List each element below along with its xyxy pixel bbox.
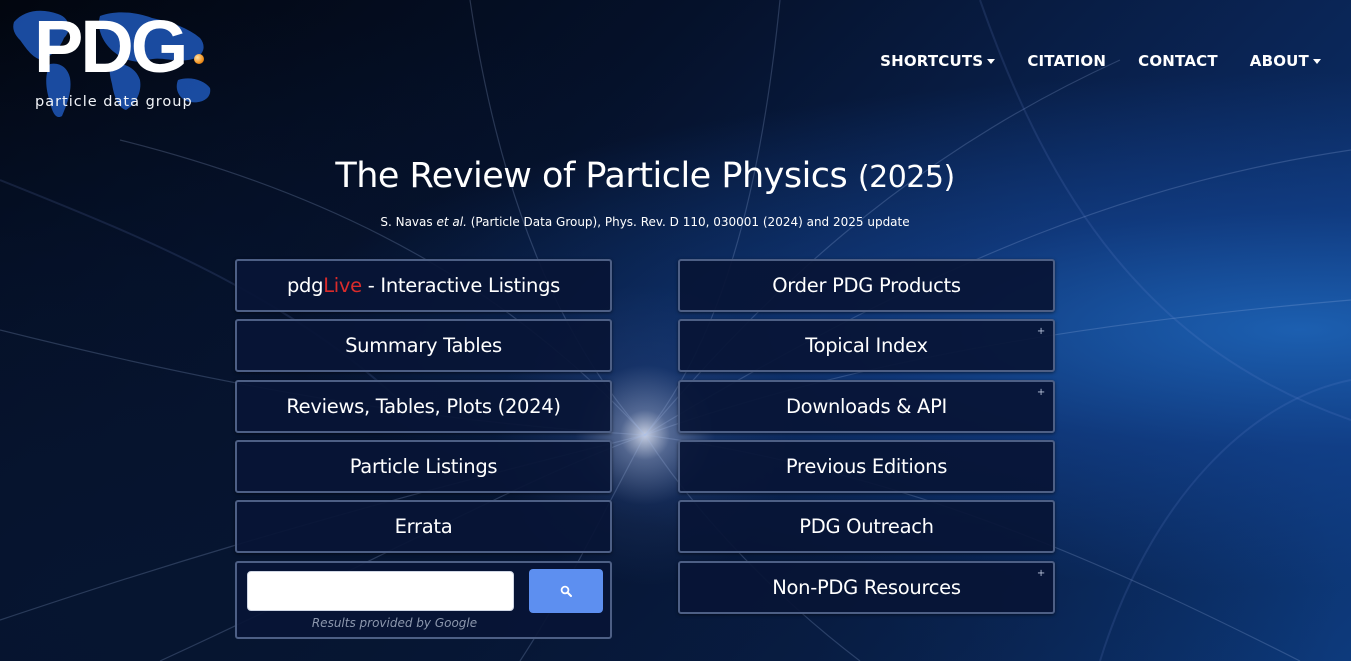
caret-down-icon xyxy=(1313,58,1321,64)
non-pdg-resources-label: Non-PDG Resources xyxy=(772,576,961,599)
particle-listings-label: Particle Listings xyxy=(349,455,498,478)
reviews-button[interactable]: Reviews, Tables, Plots (2024) xyxy=(235,380,612,433)
reviews-label: Reviews, Tables, Plots (2024) xyxy=(286,395,561,418)
errata-label: Errata xyxy=(394,515,453,538)
previous-editions-button[interactable]: Previous Editions xyxy=(678,440,1055,493)
citation-rest: (Particle Data Group), Phys. Rev. D 110,… xyxy=(470,215,910,229)
expand-plus-icon[interactable]: + xyxy=(1037,569,1045,579)
search-input[interactable] xyxy=(247,571,514,611)
nav-citation-label: CITATION xyxy=(1027,52,1107,70)
nav-shortcuts-label: SHORTCUTS xyxy=(880,52,984,70)
topical-index-button[interactable]: Topical Index + xyxy=(678,319,1055,372)
search-icon xyxy=(560,585,572,597)
citation-etal: et al. xyxy=(436,215,467,229)
expand-plus-icon[interactable]: + xyxy=(1037,388,1045,398)
caret-down-icon xyxy=(987,58,996,64)
citation-line: S. Navas et al. (Particle Data Group), P… xyxy=(0,215,1290,229)
nav-about-dropdown[interactable]: ABOUT xyxy=(1250,52,1321,70)
nav-about-label: ABOUT xyxy=(1249,52,1309,70)
pdglive-button[interactable]: pdg Live - Interactive Listings xyxy=(235,259,612,312)
pdg-outreach-label: PDG Outreach xyxy=(799,515,934,538)
expand-plus-icon[interactable]: + xyxy=(1037,327,1045,337)
pdg-logo[interactable]: PDG particle data group xyxy=(12,4,222,122)
logo-dot-icon xyxy=(194,54,204,64)
pdg-outreach-button[interactable]: PDG Outreach xyxy=(678,500,1055,553)
errata-button[interactable]: Errata xyxy=(235,500,612,553)
pdglive-suffix: - Interactive Listings xyxy=(361,274,561,297)
page-title-text: The Review of Particle Physics xyxy=(335,156,848,196)
particle-listings-button[interactable]: Particle Listings xyxy=(235,440,612,493)
order-products-label: Order PDG Products xyxy=(772,274,961,297)
logo-subtitle: particle data group xyxy=(35,94,193,110)
pdglive-live: Live xyxy=(323,274,362,297)
summary-tables-label: Summary Tables xyxy=(345,334,502,357)
page-title: The Review of Particle Physics (2025) xyxy=(0,156,1290,196)
downloads-api-button[interactable]: Downloads & API + xyxy=(678,380,1055,433)
nav-contact-label: CONTACT xyxy=(1138,52,1218,70)
search-panel: Results provided by Google xyxy=(235,561,612,639)
order-products-button[interactable]: Order PDG Products xyxy=(678,259,1055,312)
nav-contact-link[interactable]: CONTACT xyxy=(1138,52,1218,70)
logo-text: PDG xyxy=(34,5,188,88)
topical-index-label: Topical Index xyxy=(805,334,928,357)
nav-shortcuts-dropdown[interactable]: SHORTCUTS xyxy=(880,52,996,70)
citation-authors: S. Navas xyxy=(380,215,433,229)
search-button[interactable] xyxy=(529,569,603,613)
nav-citation-link[interactable]: CITATION xyxy=(1027,52,1106,70)
search-provider-note: Results provided by Google xyxy=(311,616,478,630)
previous-editions-label: Previous Editions xyxy=(785,455,948,478)
top-nav: SHORTCUTS CITATION CONTACT ABOUT xyxy=(880,52,1321,70)
summary-tables-button[interactable]: Summary Tables xyxy=(235,319,612,372)
page-title-year: (2025) xyxy=(857,160,955,195)
non-pdg-resources-button[interactable]: Non-PDG Resources + xyxy=(678,561,1055,614)
downloads-api-label: Downloads & API xyxy=(785,395,948,418)
pdglive-prefix: pdg xyxy=(286,274,324,297)
